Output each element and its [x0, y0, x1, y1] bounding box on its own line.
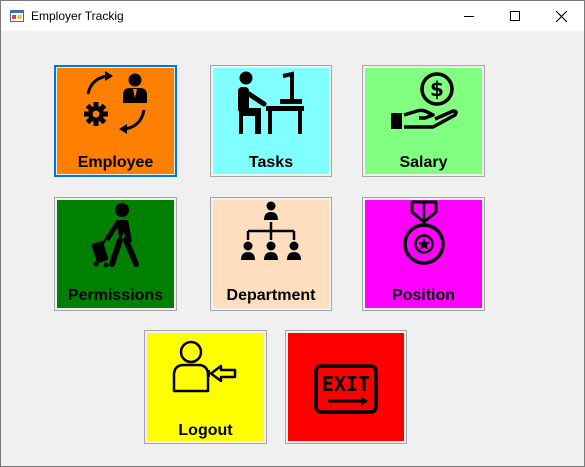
svg-text:$: $ — [430, 77, 444, 101]
salary-label: Salary — [399, 154, 448, 171]
app-icon — [10, 10, 24, 22]
app-window: Employer Trackig Employee Tasks $ Salary… — [0, 0, 585, 467]
user-logout-icon — [172, 340, 236, 393]
traveler-with-luggage-icon — [91, 203, 139, 268]
permissions-label: Permissions — [67, 287, 164, 304]
position-face: Position — [365, 200, 482, 308]
position-button[interactable]: Position — [362, 197, 485, 311]
person-at-desk-icon — [238, 71, 304, 134]
employee-button[interactable]: Employee — [54, 65, 177, 177]
tasks-label: Tasks — [248, 154, 294, 171]
close-button[interactable] — [538, 1, 584, 31]
maximize-button[interactable] — [492, 1, 538, 31]
logout-face: Logout — [147, 333, 264, 441]
minimize-icon — [464, 16, 474, 17]
medal-icon — [402, 200, 445, 265]
exit-sign-icon: EXIT — [314, 364, 378, 414]
department-face: Department — [213, 200, 329, 308]
department-label: Department — [226, 287, 316, 304]
window-title: Employer Trackig — [31, 9, 124, 23]
department-button[interactable]: Department — [210, 197, 332, 311]
exit-face: EXIT — [288, 333, 404, 441]
salary-face: $ Salary — [365, 68, 482, 174]
org-chart-icon — [241, 201, 301, 260]
tasks-button[interactable]: Tasks — [210, 65, 332, 177]
minimize-button[interactable] — [446, 1, 492, 31]
employee-label: Employee — [77, 154, 154, 171]
logout-button[interactable]: Logout — [144, 330, 267, 444]
employee-cycle-icon — [83, 71, 147, 134]
salary-button[interactable]: $ Salary — [362, 65, 485, 177]
hand-with-coin-icon: $ — [390, 72, 458, 129]
permissions-button[interactable]: Permissions — [54, 197, 177, 311]
logout-label: Logout — [178, 422, 233, 439]
close-icon — [555, 10, 567, 22]
position-label: Position — [391, 287, 456, 304]
title-bar[interactable]: Employer Trackig — [1, 1, 584, 31]
maximize-icon — [510, 11, 520, 21]
exit-sign-text: EXIT — [322, 372, 370, 396]
employee-face: Employee — [57, 68, 174, 174]
tasks-face: Tasks — [213, 68, 329, 174]
exit-button[interactable]: EXIT — [285, 330, 407, 444]
permissions-face: Permissions — [57, 200, 174, 308]
